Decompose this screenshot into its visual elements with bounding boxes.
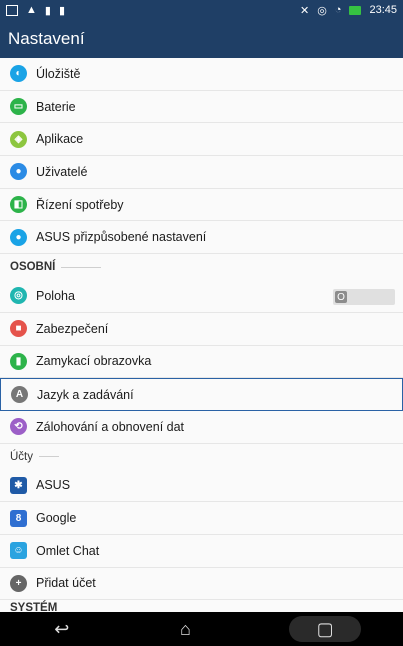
item-label: Omlet Chat	[36, 543, 100, 558]
language-icon: A	[11, 386, 28, 404]
lock-screen-icon: ▮	[10, 352, 27, 370]
page-title: Nastavení	[8, 29, 85, 48]
backup-icon: ⟲	[10, 418, 27, 436]
item-label: Baterie	[36, 99, 76, 114]
file-icon: ▮	[58, 4, 66, 17]
item-label: Přidat účet	[36, 576, 96, 591]
section-title: OSOBNÍ	[10, 261, 56, 274]
google-icon: 8	[10, 509, 27, 527]
item-label: Google	[36, 511, 77, 526]
account-item-omlet-chat[interactable]: ☺ Omlet Chat	[0, 535, 403, 568]
home-icon: ⌂	[180, 618, 191, 639]
item-label: Uživatelé	[36, 164, 88, 179]
home-button[interactable]: ⌂	[165, 616, 205, 642]
mute-icon: ✕	[299, 4, 310, 17]
settings-item-language[interactable]: A Jazyk a zadávání	[0, 378, 403, 411]
battery-icon: ▭	[10, 98, 27, 116]
clock: 23:45	[369, 4, 397, 16]
item-label: Řízení spotřeby	[36, 197, 124, 212]
back-icon: ↩	[54, 618, 70, 639]
settings-item-storage[interactable]: ◐ Úložiště	[0, 58, 403, 91]
recents-button[interactable]: ▢	[289, 616, 362, 642]
settings-list: ◐ Úložiště ▭ Baterie ◈ Aplikace ● Uživat…	[0, 58, 403, 616]
sync-icon: ▮	[44, 4, 51, 17]
item-label: Jazyk a zadávání	[37, 387, 134, 402]
settings-item-asus-customized[interactable]: ● ASUS přizpůsobené nastavení	[0, 221, 403, 255]
alarm-icon: ◎	[317, 4, 327, 17]
item-label: Zálohování a obnovení dat	[36, 419, 185, 434]
item-label: ASUS přizpůsobené nastavení	[36, 230, 207, 245]
recents-icon: ▢	[316, 618, 334, 639]
item-label: Zabezpečení	[36, 321, 109, 336]
security-icon: ■	[10, 320, 27, 338]
toggle-state: O	[335, 291, 347, 304]
navigation-bar: ↩ ⌂ ▢	[0, 612, 403, 646]
section-header-personal: OSOBNÍ	[0, 254, 403, 280]
app-bar: Nastavení	[0, 20, 403, 58]
wifi-icon: ◔	[334, 4, 342, 16]
account-item-asus[interactable]: ✱ ASUS	[0, 470, 403, 503]
storage-icon: ◐	[10, 65, 27, 83]
section-title: Účty	[10, 450, 33, 463]
battery-status-icon	[349, 5, 362, 15]
asus-account-icon: ✱	[10, 476, 27, 494]
settings-item-battery[interactable]: ▭ Baterie	[0, 91, 403, 124]
settings-item-power-management[interactable]: ◧ Řízení spotřeby	[0, 189, 403, 222]
item-label: Úložiště	[36, 66, 81, 81]
location-icon: ◎	[10, 287, 27, 305]
warning-icon: ▲	[26, 4, 37, 16]
location-toggle[interactable]: O	[333, 289, 395, 306]
apps-icon: ◈	[10, 130, 27, 148]
settings-item-location[interactable]: ◎ Poloha O	[0, 280, 403, 313]
omlet-chat-icon: ☺	[10, 542, 27, 560]
add-account-item[interactable]: + Přidat účet	[0, 568, 403, 601]
section-header-accounts: Účty	[0, 444, 403, 470]
item-label: Poloha	[36, 288, 75, 303]
settings-item-apps[interactable]: ◈ Aplikace	[0, 123, 403, 157]
item-label: Aplikace	[36, 132, 84, 147]
account-item-google[interactable]: 8 Google	[0, 502, 403, 535]
settings-item-security[interactable]: ■ Zabezpečení	[0, 313, 403, 346]
back-button[interactable]: ↩	[42, 616, 82, 642]
power-management-icon: ◧	[10, 196, 27, 214]
settings-item-users[interactable]: ● Uživatelé	[0, 156, 403, 189]
item-label: Zamykací obrazovka	[36, 354, 152, 369]
asus-customized-icon: ●	[10, 228, 27, 246]
add-account-icon: +	[10, 574, 27, 592]
notification-icon	[6, 4, 18, 16]
settings-item-lock-screen[interactable]: ▮ Zamykací obrazovka	[0, 346, 403, 379]
settings-item-backup[interactable]: ⟲ Zálohování a obnovení dat	[0, 411, 403, 444]
item-label: ASUS	[36, 478, 71, 493]
users-icon: ●	[10, 163, 27, 181]
status-bar: ▲ ▮ ▮ ✕ ◎ ◔ 23:45	[0, 0, 403, 20]
